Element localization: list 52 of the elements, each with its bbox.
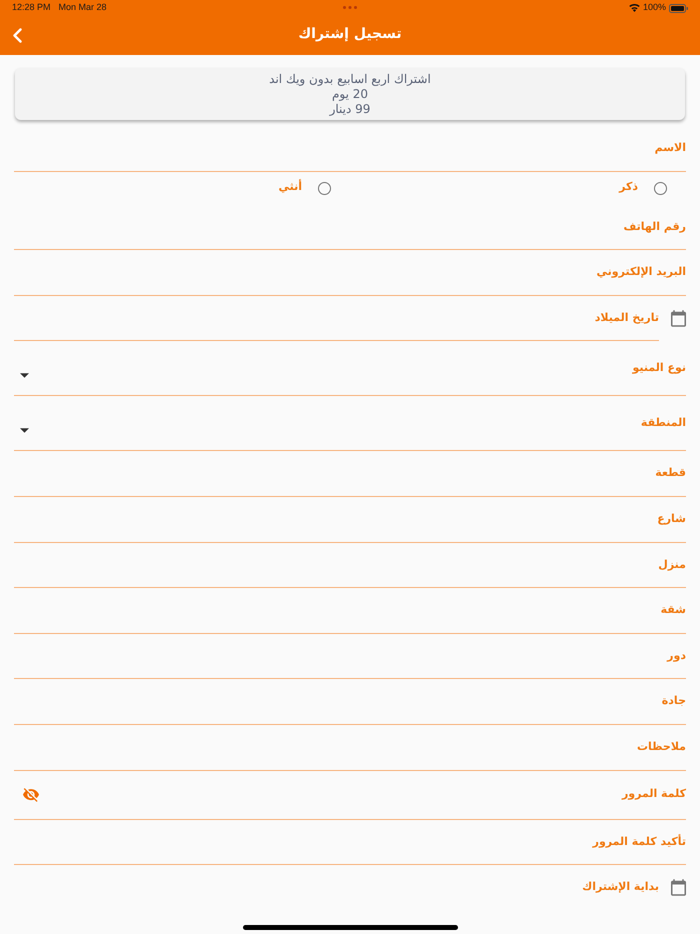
text-field[interactable]: الاسم xyxy=(14,126,686,172)
radio-button[interactable] xyxy=(654,182,667,195)
status-date: Mon Mar 28 xyxy=(58,1,107,14)
radio-button[interactable] xyxy=(318,182,331,195)
text-field[interactable]: ملاحظات xyxy=(14,724,686,771)
plan-text: اشتراك اربع اسابيع بدون ويك اند xyxy=(269,72,431,86)
calendar-icon[interactable] xyxy=(671,310,686,327)
text-field[interactable]: شارع xyxy=(14,496,686,543)
field-label: ملاحظات xyxy=(637,738,686,755)
field-label: قطعة xyxy=(655,465,686,482)
field-label: جادة xyxy=(662,693,686,710)
field-label: بداية الإشتراك xyxy=(582,879,659,896)
battery-icon xyxy=(669,4,688,12)
date-field[interactable]: بداية الإشتراك xyxy=(14,865,659,910)
text-field[interactable]: قطعة xyxy=(14,451,686,497)
field-label: كلمة المرور xyxy=(622,786,686,802)
text-field[interactable]: رقم الهاتف xyxy=(14,204,686,250)
field-label: نوع المنيو xyxy=(632,360,686,376)
screen-title: تسجيل إشتراك xyxy=(297,25,403,44)
text-field[interactable]: البريد الإلكتروني xyxy=(14,250,686,296)
back-chevron-icon[interactable] xyxy=(12,28,22,43)
plan-text: 99 دينار xyxy=(330,102,370,116)
field-label: شقة xyxy=(660,602,686,618)
field-label: تأكيد كلمة المرور xyxy=(592,834,686,850)
radio-label: أنثي xyxy=(278,178,302,195)
wifi-icon xyxy=(628,4,640,12)
dropdown-field[interactable]: المنطقة xyxy=(14,396,686,452)
field-label: رقم الهاتف xyxy=(623,218,686,235)
field-label: دور xyxy=(667,648,686,664)
caret-down-icon[interactable] xyxy=(20,428,29,433)
calendar-icon[interactable] xyxy=(671,879,686,896)
field-label: المنطقة xyxy=(640,415,686,432)
field-label: منزل xyxy=(658,556,686,573)
text-field[interactable]: شقة xyxy=(14,588,686,634)
status-time: 12:28 PM xyxy=(12,1,51,14)
field-label: تاريخ الميلاد xyxy=(594,310,659,326)
battery-percent: 100% xyxy=(642,1,666,14)
eye-slash-icon[interactable] xyxy=(23,788,39,802)
text-field[interactable]: منزل xyxy=(14,542,686,588)
text-field[interactable]: دور xyxy=(14,634,686,680)
plan-text: 20 يوم xyxy=(332,86,368,102)
field-label: الاسم xyxy=(654,140,686,156)
field-label: البريد الإلكتروني xyxy=(596,264,686,280)
dropdown-field[interactable]: نوع المنيو xyxy=(14,341,686,396)
field-label: شارع xyxy=(657,511,686,528)
radio-label: ذكر xyxy=(619,178,638,195)
text-field[interactable]: تأكيد كلمة المرور xyxy=(14,820,686,866)
text-field[interactable]: جادة xyxy=(14,679,686,725)
password-field[interactable]: كلمة المرور xyxy=(14,770,686,820)
caret-down-icon[interactable] xyxy=(20,372,29,378)
more-dots-icon[interactable] xyxy=(343,6,357,9)
date-field[interactable]: تاريخ الميلاد xyxy=(14,296,659,342)
